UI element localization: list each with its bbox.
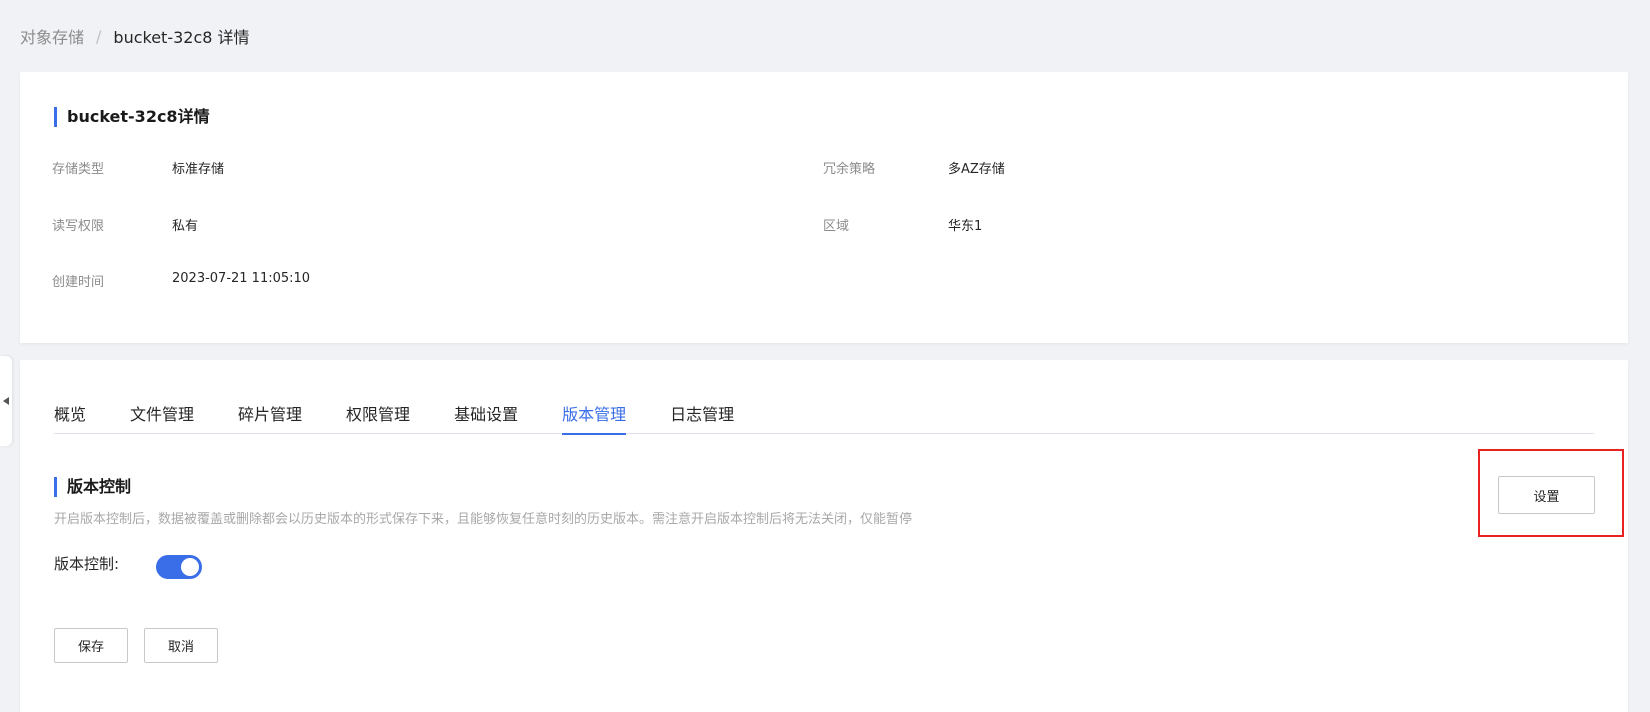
storage-type-label: 存储类型 [52, 162, 105, 177]
tab-overview[interactable]: 概览 [54, 396, 86, 434]
bucket-info-card: bucket-32c8详情 存储类型 标准存储 冗余策略 多AZ存储 读写权限 … [20, 72, 1628, 343]
breadcrumb-parent-link[interactable]: 对象存储 [20, 24, 84, 48]
tab-fragment-management[interactable]: 碎片管理 [238, 396, 302, 434]
breadcrumb-current: bucket-32c8 详情 [113, 28, 250, 47]
bucket-info-title: bucket-32c8详情 [54, 107, 210, 127]
version-control-toggle[interactable] [156, 555, 202, 579]
tab-version-management[interactable]: 版本管理 [562, 396, 627, 435]
created-time-value: 2023-07-21 11:05:10 [172, 271, 311, 286]
version-control-toggle-label: 版本控制: [54, 555, 120, 573]
version-control-description: 开启版本控制后，数据被覆盖或删除都会以历史版本的形式保存下来，且能够恢复任意时刻… [54, 512, 913, 527]
breadcrumb: 对象存储 / bucket-32c8 详情 [20, 24, 250, 48]
cancel-button[interactable]: 取消 [144, 628, 218, 663]
version-control-title: 版本控制 [54, 477, 131, 497]
region-value: 华东1 [948, 219, 983, 234]
settings-button[interactable]: 设置 [1498, 476, 1595, 514]
redundancy-value: 多AZ存储 [948, 162, 1005, 177]
save-button[interactable]: 保存 [54, 628, 128, 663]
breadcrumb-separator: / [96, 26, 102, 46]
tab-log-management[interactable]: 日志管理 [670, 396, 734, 434]
created-time-label: 创建时间 [52, 275, 105, 290]
region-label: 区域 [823, 219, 850, 234]
tab-bar: 概览 文件管理 碎片管理 权限管理 基础设置 版本管理 日志管理 [54, 396, 1594, 435]
tab-basic-settings[interactable]: 基础设置 [454, 396, 518, 434]
storage-type-value: 标准存储 [172, 162, 225, 177]
access-permission-value: 私有 [172, 219, 199, 234]
toggle-knob [181, 558, 199, 576]
tab-permission-management[interactable]: 权限管理 [346, 396, 410, 434]
tab-file-management[interactable]: 文件管理 [130, 396, 194, 434]
redundancy-label: 冗余策略 [823, 162, 876, 177]
sidebar-toggle-handle[interactable] [0, 356, 12, 446]
bucket-tabs-card: 概览 文件管理 碎片管理 权限管理 基础设置 版本管理 日志管理 版本控制 开启… [20, 360, 1628, 712]
access-permission-label: 读写权限 [52, 219, 105, 234]
caret-left-icon [3, 397, 9, 405]
